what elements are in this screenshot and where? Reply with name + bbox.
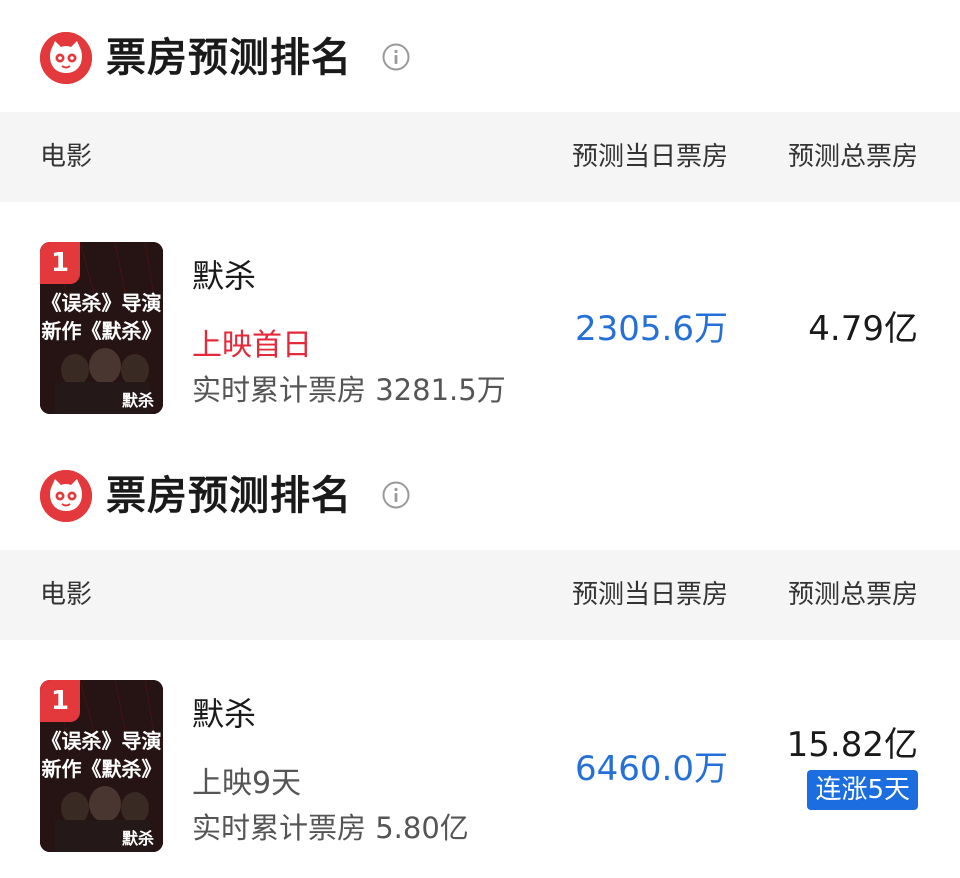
release-status: 上映9天 — [192, 766, 302, 801]
today-forecast-value: 2305.6万 — [575, 309, 728, 349]
info-circle-icon[interactable] — [381, 42, 411, 72]
rising-streak-badge: 连涨5天 — [807, 770, 918, 810]
column-header-movie: 电影 — [40, 580, 93, 610]
rank-badge: 1 — [40, 680, 80, 722]
table-header: 电影 预测当日票房 预测总票房 — [0, 112, 960, 202]
total-forecast-value: 4.79亿 — [808, 309, 918, 349]
svg-text:《误杀》导演: 《误杀》导演 — [42, 729, 162, 753]
maoyan-cat-logo-icon — [40, 32, 92, 84]
section-title: 票房预测排名 — [106, 35, 352, 81]
svg-text:新作《默杀》: 新作《默杀》 — [42, 319, 162, 343]
maoyan-cat-logo-icon — [40, 470, 92, 522]
column-header-total-forecast[interactable]: 预测总票房 — [788, 139, 918, 175]
svg-text:默杀: 默杀 — [122, 391, 154, 410]
svg-text:新作《默杀》: 新作《默杀》 — [42, 757, 162, 781]
release-status: 上映首日 — [192, 328, 312, 363]
svg-text:默杀: 默杀 — [122, 829, 154, 848]
rank-badge: 1 — [40, 242, 80, 284]
cumulative-box-office: 实时累计票房 3281.5万 — [192, 373, 506, 407]
column-header-today-forecast[interactable]: 预测当日票房 — [572, 139, 728, 175]
movie-title[interactable]: 默杀 — [192, 254, 256, 298]
column-header-movie: 电影 — [40, 142, 93, 172]
section-header: 票房预测排名 — [0, 438, 960, 550]
movie-title[interactable]: 默杀 — [192, 692, 256, 736]
section-title: 票房预测排名 — [106, 473, 352, 519]
total-forecast-value: 15.82亿 — [786, 725, 918, 765]
column-header-total-forecast[interactable]: 预测总票房 — [788, 577, 918, 613]
movie-row[interactable]: 《误杀》导演 新作《默杀》 默杀 1 默杀 上映首日 实时累计票房 3281.5… — [0, 202, 960, 438]
today-forecast-value: 6460.0万 — [575, 749, 728, 789]
svg-text:《误杀》导演: 《误杀》导演 — [42, 291, 162, 315]
info-circle-icon[interactable] — [381, 480, 411, 510]
cumulative-box-office: 实时累计票房 5.80亿 — [192, 811, 469, 845]
movie-row[interactable]: 《误杀》导演 新作《默杀》 默杀 1 默杀 上映9天 实时累计票房 5.80亿 … — [0, 640, 960, 876]
table-header: 电影 预测当日票房 预测总票房 — [0, 550, 960, 640]
section-header: 票房预测排名 — [0, 0, 960, 112]
column-header-today-forecast[interactable]: 预测当日票房 — [572, 577, 728, 613]
